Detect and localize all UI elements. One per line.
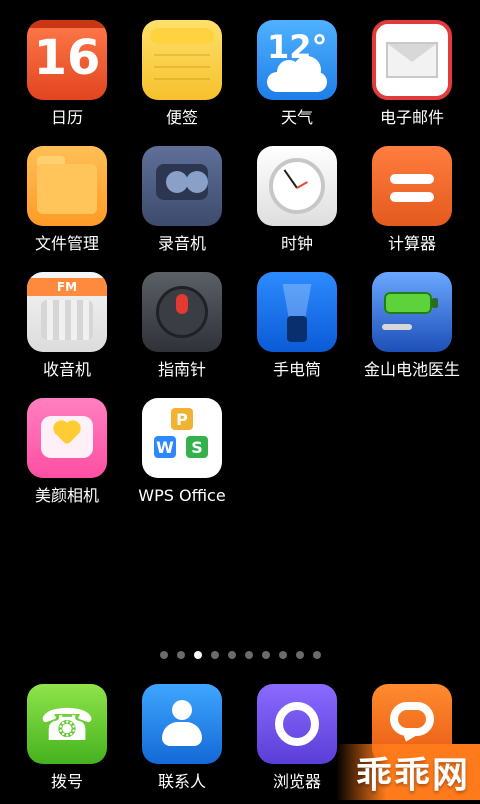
page-dot[interactable] (312, 651, 321, 659)
page-dot[interactable] (278, 651, 287, 659)
app-compass[interactable]: 指南针 (122, 272, 242, 392)
clock-icon (257, 146, 337, 226)
radio-icon: FM (27, 272, 107, 352)
page-indicator (0, 648, 480, 662)
radio-fm-label: FM (56, 280, 78, 294)
app-beauty-camera[interactable]: 美颜相机 (7, 398, 127, 518)
app-radio[interactable]: FM 收音机 (7, 272, 127, 392)
app-email[interactable]: 电子邮件 (352, 20, 472, 140)
notes-icon (142, 20, 222, 100)
page-dot[interactable] (261, 651, 270, 659)
app-file-manager[interactable]: 文件管理 (7, 146, 127, 266)
dock-app-phone[interactable]: ☎ 拨号 (7, 684, 127, 804)
app-label: 电子邮件 (379, 108, 444, 127)
app-weather[interactable]: 12° 天气 (237, 20, 357, 140)
recorder-icon (142, 146, 222, 226)
dock-label: 联系人 (157, 772, 206, 791)
page-dot[interactable] (159, 651, 168, 659)
app-recorder[interactable]: 录音机 (122, 146, 242, 266)
calendar-date: 16 (33, 30, 101, 86)
weather-icon: 12° (257, 20, 337, 100)
app-label: 录音机 (157, 234, 206, 253)
page-dot[interactable] (210, 651, 219, 659)
wps-tile-w: W (154, 436, 176, 458)
dock-label: 拨号 (50, 772, 83, 791)
app-notes[interactable]: 便签 (122, 20, 242, 140)
site-watermark: 乖乖网 (336, 744, 480, 800)
browser-icon (257, 684, 337, 764)
app-wps-office[interactable]: P W S WPS Office (122, 398, 242, 518)
app-label: 收音机 (42, 360, 91, 379)
wps-tile-p: P (171, 408, 193, 430)
watermark-text: 乖乖网 (355, 755, 470, 796)
beauty-camera-icon (27, 398, 107, 478)
app-label: 文件管理 (34, 234, 99, 253)
cloud-icon (267, 56, 327, 92)
app-label: 日历 (50, 108, 83, 127)
flashlight-icon (257, 272, 337, 352)
page-dot-active[interactable] (193, 651, 202, 659)
app-label: 美颜相机 (34, 486, 99, 505)
compass-icon (142, 272, 222, 352)
page-dot[interactable] (227, 651, 236, 659)
folder-icon (27, 146, 107, 226)
page-dot[interactable] (244, 651, 253, 659)
app-label: 时钟 (280, 234, 313, 253)
mail-icon (372, 20, 452, 100)
dock-app-contacts[interactable]: 联系人 (122, 684, 242, 804)
calculator-icon (372, 146, 452, 226)
page-dot[interactable] (295, 651, 304, 659)
battery-doctor-icon (372, 272, 452, 352)
app-label: 计算器 (387, 234, 436, 253)
calendar-icon: 16 (27, 20, 107, 100)
app-label: 天气 (280, 108, 313, 127)
app-calendar[interactable]: 16 日历 (7, 20, 127, 140)
contacts-icon (142, 684, 222, 764)
phone-icon: ☎ (27, 684, 107, 764)
app-label: 手电筒 (272, 360, 321, 379)
app-battery-doctor[interactable]: 金山电池医生 (352, 272, 472, 392)
app-label: 便签 (165, 108, 198, 127)
dock-label: 浏览器 (272, 772, 321, 791)
wps-office-icon: P W S (142, 398, 222, 478)
app-label: 指南针 (157, 360, 206, 379)
app-label: 金山电池医生 (363, 360, 460, 379)
page-dot[interactable] (176, 651, 185, 659)
app-calculator[interactable]: 计算器 (352, 146, 472, 266)
app-flashlight[interactable]: 手电筒 (237, 272, 357, 392)
wps-tile-s: S (186, 436, 208, 458)
app-clock[interactable]: 时钟 (237, 146, 357, 266)
app-label: WPS Office (138, 486, 226, 505)
